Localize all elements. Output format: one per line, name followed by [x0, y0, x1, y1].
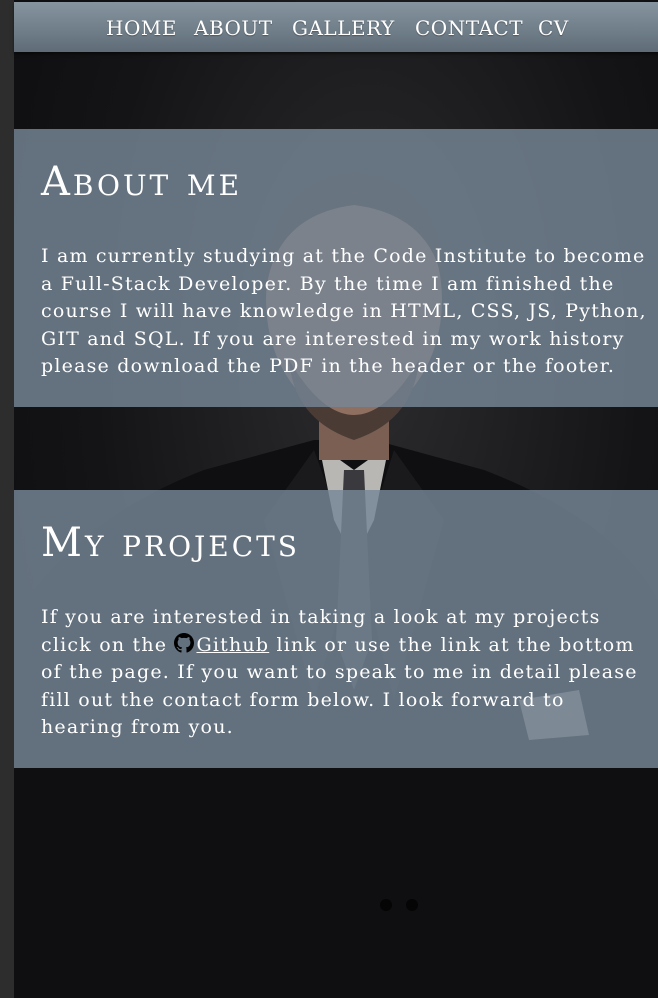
github-link[interactable]: Github — [196, 634, 269, 656]
nav-item-about[interactable]: ABOUT — [194, 16, 273, 40]
projects-heading: My projects — [41, 520, 300, 566]
about-section: About me I am currently studying at the … — [14, 129, 658, 407]
nav-item-cv[interactable]: CV — [538, 16, 569, 40]
nav-item-gallery[interactable]: GALLERY — [292, 16, 395, 40]
about-heading: About me — [41, 159, 243, 205]
suit-button — [406, 899, 418, 911]
github-icon[interactable] — [174, 632, 195, 653]
nav-item-contact[interactable]: CONTACT — [415, 16, 523, 40]
about-text: I am currently studying at the Code Inst… — [41, 245, 647, 377]
suit-button — [380, 899, 392, 911]
left-strip — [0, 0, 14, 998]
projects-section: My projects If you are interested in tak… — [14, 490, 658, 768]
top-navbar: HOME ABOUT GALLERY CONTACT CV — [14, 2, 658, 52]
nav-item-home[interactable]: HOME — [106, 16, 177, 40]
projects-text: If you are interested in taking a look a… — [41, 604, 653, 742]
